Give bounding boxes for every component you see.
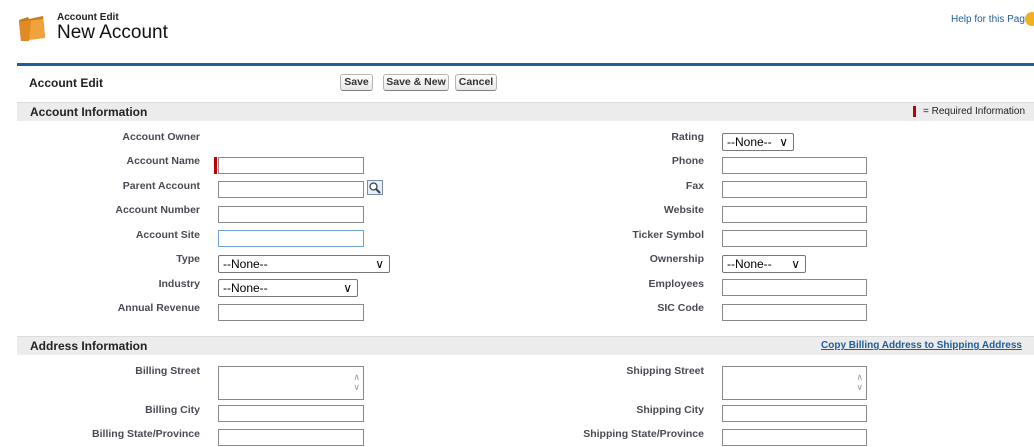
- label-ownership: Ownership: [649, 253, 704, 265]
- chevron-down-icon: ∨: [343, 281, 352, 295]
- label-type: Type: [176, 253, 200, 265]
- shipping-street-textarea[interactable]: ∧ ∨: [722, 366, 867, 400]
- label-account-site: Account Site: [135, 229, 200, 241]
- label-account-owner: Account Owner: [122, 131, 200, 143]
- label-parent-account: Parent Account: [122, 180, 200, 192]
- billing-state-input[interactable]: [218, 429, 364, 446]
- industry-select-value: --None--: [223, 281, 268, 295]
- parent-account-input[interactable]: [218, 181, 364, 198]
- required-legend: = Required Information: [923, 106, 1026, 117]
- fax-input[interactable]: [722, 181, 867, 198]
- shipping-state-input[interactable]: [722, 429, 867, 446]
- section-title: Address Information: [30, 339, 148, 353]
- lookup-icon[interactable]: [367, 180, 383, 195]
- rating-select[interactable]: --None-- ∨: [722, 133, 794, 151]
- ownership-select-value: --None--: [727, 257, 772, 271]
- chevron-down-icon: ∨: [779, 135, 788, 149]
- label-shipping-city: Shipping City: [636, 404, 704, 416]
- account-folder-icon: [17, 14, 47, 42]
- ownership-select[interactable]: --None-- ∨: [722, 255, 806, 273]
- label-industry: Industry: [158, 278, 200, 290]
- label-ticker-symbol: Ticker Symbol: [632, 229, 704, 241]
- industry-select[interactable]: --None-- ∨: [218, 279, 358, 297]
- account-name-input[interactable]: [218, 157, 364, 174]
- textarea-resize-icon[interactable]: ∧ ∨: [353, 372, 360, 392]
- save-and-new-button[interactable]: Save & New: [383, 74, 449, 91]
- rating-select-value: --None--: [727, 135, 772, 149]
- page-divider: [17, 63, 1034, 66]
- label-website: Website: [663, 204, 704, 216]
- required-marker: [913, 106, 916, 117]
- chevron-down-icon: ∨: [791, 257, 800, 271]
- address-information-header: Address Information Copy Billing Address…: [17, 336, 1034, 355]
- label-sic-code: SIC Code: [657, 302, 704, 314]
- save-button[interactable]: Save: [340, 74, 373, 91]
- type-select[interactable]: --None-- ∨: [218, 255, 390, 273]
- label-account-number: Account Number: [115, 204, 200, 216]
- edit-form-title: Account Edit: [29, 76, 103, 90]
- billing-city-input[interactable]: [218, 405, 364, 422]
- sic-code-input[interactable]: [722, 304, 867, 321]
- account-number-input[interactable]: [218, 206, 364, 223]
- label-billing-state: Billing State/Province: [92, 428, 200, 440]
- ticker-symbol-input[interactable]: [722, 230, 867, 247]
- employees-input[interactable]: [722, 279, 867, 296]
- account-information-header: Account Information = Required Informati…: [17, 102, 1034, 121]
- chevron-down-icon: ∨: [375, 257, 384, 271]
- copy-billing-to-shipping-link[interactable]: Copy Billing Address to Shipping Address: [821, 340, 1022, 351]
- section-title: Account Information: [30, 105, 148, 119]
- label-phone: Phone: [671, 155, 704, 167]
- shipping-city-input[interactable]: [722, 405, 867, 422]
- label-billing-city: Billing City: [145, 404, 200, 416]
- page-title: New Account: [57, 22, 168, 43]
- help-link-label[interactable]: Help for this Page: [951, 14, 1031, 25]
- billing-street-textarea[interactable]: ∧ ∨: [218, 366, 364, 400]
- label-shipping-street: Shipping Street: [626, 365, 704, 377]
- label-employees: Employees: [648, 278, 704, 290]
- label-fax: Fax: [685, 180, 704, 192]
- phone-input[interactable]: [722, 157, 867, 174]
- type-select-value: --None--: [223, 257, 268, 271]
- website-input[interactable]: [722, 206, 867, 223]
- label-account-name: Account Name: [126, 155, 200, 167]
- account-site-input[interactable]: [218, 230, 364, 247]
- help-link[interactable]: Help for this Page: [951, 14, 1031, 25]
- label-billing-street: Billing Street: [135, 365, 200, 377]
- annual-revenue-input[interactable]: [218, 304, 364, 321]
- help-icon[interactable]: [1025, 12, 1034, 26]
- textarea-resize-icon[interactable]: ∧ ∨: [856, 372, 863, 392]
- label-annual-revenue: Annual Revenue: [117, 302, 200, 314]
- cancel-button[interactable]: Cancel: [455, 74, 497, 91]
- required-indicator: [214, 157, 217, 174]
- label-rating: Rating: [671, 131, 704, 143]
- label-shipping-state: Shipping State/Province: [583, 428, 704, 440]
